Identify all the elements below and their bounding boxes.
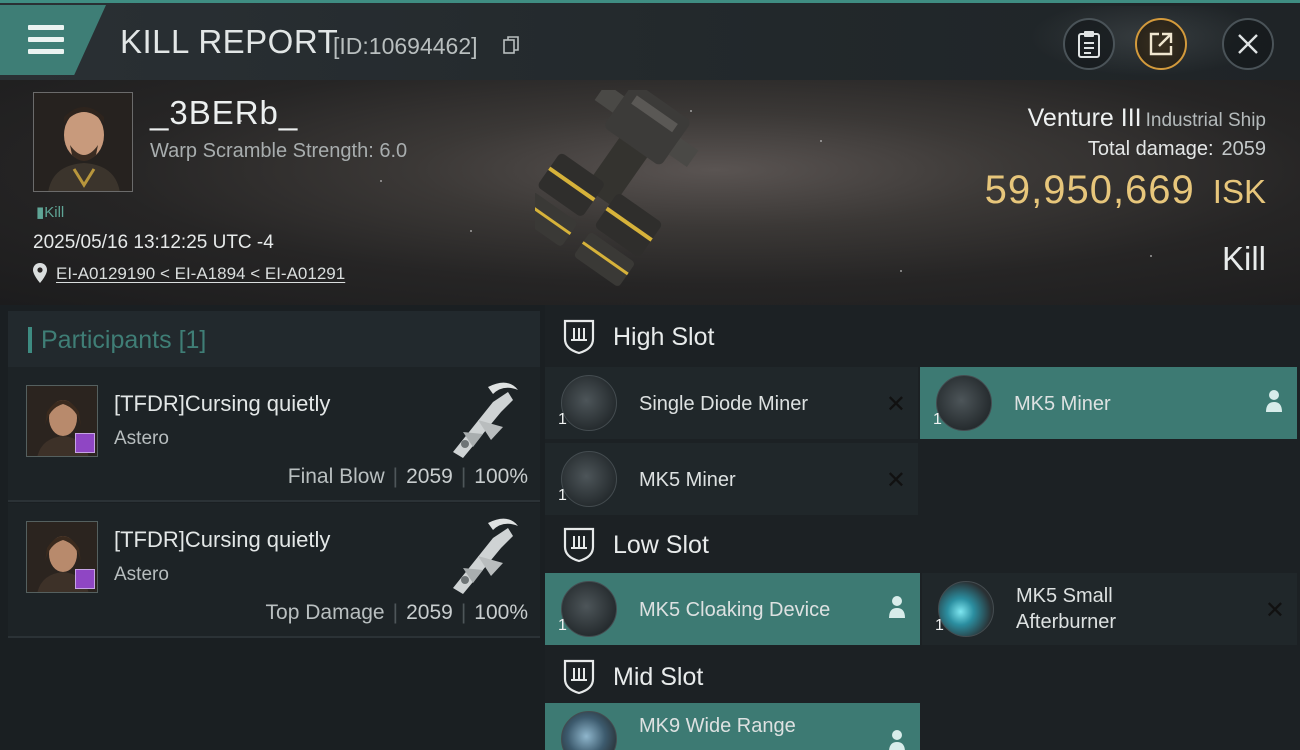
isk-amount: 59,950,669: [984, 168, 1195, 212]
participants-title-text: Participants: [41, 326, 172, 354]
mid-slot-header: Mid Slot: [545, 645, 1300, 709]
person-icon: [889, 730, 905, 750]
victim-ship-name[interactable]: Venture III Industrial Ship: [1028, 104, 1266, 133]
close-button[interactable]: [1222, 18, 1274, 70]
participant-stats: Top Damage | 2059 | 100%: [265, 601, 528, 624]
shield-slot-icon: [563, 319, 595, 355]
share-icon: [1149, 32, 1173, 56]
stat-label: Top Damage: [265, 601, 385, 624]
destroyed-x-icon: ✕: [885, 467, 906, 494]
participants-header: Participants [1]: [8, 311, 540, 367]
participant-name[interactable]: [TFDR]Cursing quietly: [114, 391, 330, 417]
isk-value: 59,950,669 ISK: [985, 168, 1266, 213]
module-item[interactable]: 1 MK5 Miner: [920, 367, 1297, 439]
menu-button[interactable]: [0, 5, 106, 75]
victim-portrait[interactable]: [33, 92, 133, 192]
module-qty: 1: [935, 617, 944, 634]
module-name: MK5 Miner: [1014, 393, 1111, 415]
participant-ship: Astero: [114, 428, 169, 449]
module-qty: 1: [558, 617, 567, 634]
module-qty: 1: [933, 411, 942, 428]
kill-tag-label: Kill: [44, 204, 65, 221]
kill-datetime: 2025/05/16 13:12:25 UTC -4: [33, 232, 274, 253]
victim-ship-image: [535, 90, 699, 286]
victim-name[interactable]: _3BERb_: [150, 94, 298, 132]
stat-damage: 2059: [406, 465, 453, 488]
close-icon: [1238, 34, 1258, 54]
module-name: MK9 Wide Range: [639, 715, 796, 737]
header-decoration: [1010, 6, 1240, 83]
miner-module-icon: [561, 451, 617, 507]
location-pin-icon: [33, 263, 47, 283]
module-item[interactable]: 1 MK5 Small Afterburner ✕: [922, 573, 1297, 645]
high-slot-title: High Slot: [613, 323, 715, 351]
module-item[interactable]: 1 MK5 Cloaking Device: [545, 573, 920, 645]
person-icon: [889, 596, 905, 618]
destroyed-x-icon: ✕: [1264, 597, 1285, 624]
warp-scramble-strength: Warp Scramble Strength: 6.0: [150, 140, 408, 162]
copy-icon[interactable]: [503, 36, 519, 54]
header-accent-bar: [28, 327, 32, 353]
corp-badge-icon: [75, 433, 95, 453]
module-item[interactable]: 1 Single Diode Miner ✕: [545, 367, 918, 439]
module-name: Single Diode Miner: [639, 393, 808, 415]
victim-panel: _3BERb_ Warp Scramble Strength: 6.0 ▮Kil…: [0, 80, 1300, 305]
ship-name: Venture III: [1027, 104, 1142, 132]
stat-percent: 100%: [474, 465, 528, 488]
destroyed-x-icon: ✕: [885, 391, 906, 418]
isk-unit: ISK: [1212, 173, 1266, 210]
module-item[interactable]: 1 MK5 Miner ✕: [545, 443, 918, 515]
participant-row[interactable]: [TFDR]Cursing quietly Astero Final Blow |…: [8, 367, 540, 502]
fitting-panel: High Slot 1 Single Diode Miner ✕ 1 MK5 M…: [545, 305, 1300, 750]
module-name: MK5 Small Afterburner: [1016, 583, 1116, 635]
share-button[interactable]: [1135, 18, 1187, 70]
module-item[interactable]: MK9 Wide Range: [545, 703, 920, 750]
participant-ship: Astero: [114, 564, 169, 585]
shield-slot-icon: [563, 527, 595, 563]
participant-ship-icon: [453, 382, 518, 458]
high-slot-header: High Slot: [545, 305, 1300, 369]
report-id: [ID:10694462]: [333, 33, 478, 59]
module-name: MK5 Miner: [639, 469, 736, 491]
shield-slot-icon: [563, 659, 595, 695]
ship-class: Industrial Ship: [1145, 110, 1266, 131]
mid-slot-title: Mid Slot: [613, 663, 704, 691]
module-name-line1: MK5 Small: [1016, 585, 1113, 607]
cloaking-device-icon: [561, 581, 617, 637]
module-qty: 1: [558, 487, 567, 504]
participant-stats: Final Blow | 2059 | 100%: [287, 465, 528, 488]
miner-module-icon: [561, 375, 617, 431]
stat-percent: 100%: [474, 601, 528, 624]
stat-damage: 2059: [406, 601, 453, 624]
module-name: MK5 Cloaking Device: [639, 599, 831, 621]
miner-module-icon: [936, 375, 992, 431]
participants-title: Participants [1]: [41, 326, 206, 355]
page-title: KILL REPORT: [120, 23, 339, 60]
total-damage: Total damage: 2059: [1088, 138, 1266, 161]
location-link[interactable]: EI-A0129190 < EI-A1894 < EI-A01291: [56, 264, 345, 284]
clipboard-icon: [1078, 31, 1100, 58]
low-slot-title: Low Slot: [613, 531, 709, 559]
total-damage-value: 2059: [1221, 138, 1267, 160]
person-icon: [1266, 390, 1282, 412]
total-damage-label: Total damage:: [1087, 138, 1214, 160]
survey-scanner-icon: [561, 711, 617, 750]
top-bar: KILL REPORT [ID:10694462]: [0, 0, 1300, 83]
clipboard-button[interactable]: [1063, 18, 1115, 70]
avatar: [34, 93, 132, 191]
low-slot-header: Low Slot: [545, 513, 1300, 577]
menu-icon: [28, 25, 64, 61]
kill-tag: ▮Kill: [36, 204, 65, 221]
result-label: Kill: [1221, 240, 1266, 277]
participant-name[interactable]: [TFDR]Cursing quietly: [114, 527, 330, 553]
participants-count: [1]: [178, 326, 207, 354]
stat-label: Final Blow: [287, 465, 385, 488]
module-qty: 1: [558, 411, 567, 428]
participant-row[interactable]: [TFDR]Cursing quietly Astero Top Damage |…: [8, 503, 540, 638]
afterburner-icon: [938, 581, 994, 637]
module-name-line2: Afterburner: [1016, 611, 1117, 633]
participants-panel: Participants [1] [TFDR]Cursing quietly A…: [0, 305, 545, 750]
participant-ship-icon: [453, 518, 518, 594]
corp-badge-icon: [75, 569, 95, 589]
